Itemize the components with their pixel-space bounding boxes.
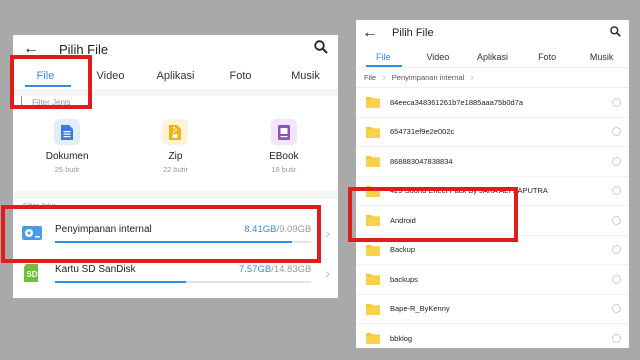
sd-card-icon: SD bbox=[21, 263, 43, 283]
folder-name: 429 Sound Effect Pack By JAKA ALI SAPUTR… bbox=[390, 186, 548, 196]
back-arrow-icon[interactable]: ← bbox=[21, 40, 41, 58]
folder-row[interactable]: backups bbox=[356, 265, 629, 295]
folder-icon bbox=[364, 183, 382, 199]
page-title: Pilih File bbox=[59, 41, 109, 57]
chevron-right-icon: › bbox=[325, 225, 330, 241]
storage-name: Penyimpanan internal bbox=[55, 223, 152, 235]
select-radio[interactable] bbox=[612, 97, 621, 107]
folder-icon bbox=[364, 242, 382, 258]
active-tab-indicator bbox=[366, 65, 402, 67]
breadcrumb-item[interactable]: Penyimpanan internal bbox=[392, 73, 465, 82]
folder-name: 868883047838834 bbox=[390, 156, 453, 166]
type-count: 22 butir bbox=[162, 165, 188, 174]
folder-name: 84eeca348361261b7e1885aaa75b0d7a bbox=[390, 97, 524, 107]
select-radio[interactable] bbox=[612, 215, 621, 225]
document-icon bbox=[54, 119, 81, 145]
folder-icon bbox=[364, 301, 382, 317]
breadcrumb: File › Penyimpanan internal › bbox=[356, 68, 629, 88]
tab-foto[interactable]: Foto bbox=[208, 63, 273, 89]
folder-name: Backup bbox=[390, 245, 416, 255]
select-radio[interactable] bbox=[612, 274, 621, 284]
folder-row[interactable]: Android bbox=[356, 206, 629, 236]
storage-usage-bar bbox=[55, 280, 312, 283]
tab-file[interactable]: File bbox=[356, 46, 411, 67]
tab-musik[interactable]: Musik bbox=[574, 46, 629, 67]
folder-row[interactable]: 868883047838834 bbox=[356, 147, 629, 177]
storage-size: 7.57GB/14.83GB bbox=[238, 263, 312, 275]
type-document[interactable]: Dokumen 25 butir bbox=[13, 119, 121, 174]
storage-size: 8.41GB/9.09GB bbox=[244, 223, 312, 235]
type-ebook[interactable]: EBook 18 butir bbox=[230, 119, 338, 174]
folder-row[interactable]: Backup bbox=[356, 236, 629, 265]
folder-row[interactable]: 654731ef9e2e002c bbox=[356, 118, 629, 147]
folder-name: Android bbox=[390, 215, 416, 225]
type-name: Zip bbox=[168, 151, 183, 162]
type-count: 25 butir bbox=[54, 165, 80, 174]
tab-bar: File Video Aplikasi Foto Musik bbox=[356, 46, 629, 68]
filter-heading: Filter Jenis bbox=[21, 96, 338, 107]
tab-bar: File Video Aplikasi Foto Musik bbox=[13, 63, 338, 89]
internal-storage-icon bbox=[21, 223, 43, 243]
header: ← Pilih File bbox=[356, 20, 629, 46]
zip-icon bbox=[162, 119, 189, 145]
storage-list: Filter Jalur Penyimpanan internal 8.41GB… bbox=[13, 199, 338, 298]
storage-internal[interactable]: Penyimpanan internal 8.41GB/9.09GB › bbox=[13, 215, 338, 251]
chevron-right-icon: › bbox=[470, 71, 474, 84]
sd-card-icon-label: SD bbox=[26, 270, 37, 279]
select-radio[interactable] bbox=[612, 127, 621, 137]
select-radio[interactable] bbox=[612, 304, 621, 314]
page-title: Pilih File bbox=[392, 27, 434, 39]
active-tab-indicator bbox=[25, 85, 71, 87]
folder-icon bbox=[364, 271, 382, 287]
storage-sd-card[interactable]: SD Kartu SD SanDisk 7.57GB/14.83GB › bbox=[13, 255, 338, 291]
folder-name: bbklog bbox=[390, 333, 413, 343]
search-icon[interactable] bbox=[314, 39, 328, 59]
tab-video[interactable]: Video bbox=[411, 46, 466, 67]
chevron-right-icon: › bbox=[382, 71, 386, 84]
tab-foto[interactable]: Foto bbox=[520, 46, 575, 67]
folder-icon bbox=[364, 330, 382, 346]
folder-icon bbox=[364, 153, 382, 169]
select-radio[interactable] bbox=[612, 156, 621, 166]
tab-aplikasi[interactable]: Aplikasi bbox=[465, 46, 520, 67]
folder-row[interactable]: 84eeca348361261b7e1885aaa75b0d7a bbox=[356, 88, 629, 118]
header: ← Pilih File bbox=[13, 35, 338, 63]
tab-musik[interactable]: Musik bbox=[273, 63, 338, 89]
folder-icon bbox=[364, 212, 382, 228]
folder-icon bbox=[364, 124, 382, 140]
tab-aplikasi[interactable]: Aplikasi bbox=[143, 63, 208, 89]
file-type-filter: Filter Jenis Dokumen 25 butir Zip 22 but… bbox=[13, 96, 338, 191]
breadcrumb-item[interactable]: File bbox=[364, 73, 376, 82]
type-count: 18 butir bbox=[271, 165, 297, 174]
storage-heading: Filter Jalur bbox=[23, 203, 56, 210]
search-icon[interactable] bbox=[610, 24, 621, 42]
folder-name: backups bbox=[390, 274, 418, 284]
folder-icon bbox=[364, 94, 382, 110]
back-arrow-icon[interactable]: ← bbox=[360, 24, 380, 42]
chevron-right-icon: › bbox=[325, 265, 330, 281]
right-screen: ← Pilih File File Video Aplikasi Foto Mu… bbox=[356, 20, 629, 348]
ebook-icon bbox=[270, 119, 297, 145]
type-name: Dokumen bbox=[45, 151, 89, 162]
left-screen: ← Pilih File File Video Aplikasi Foto Mu… bbox=[13, 35, 338, 298]
folder-row[interactable]: Bape-R_ByKenny bbox=[356, 295, 629, 324]
select-radio[interactable] bbox=[612, 245, 621, 255]
folder-row[interactable]: bbklog bbox=[356, 324, 629, 348]
folder-list: 84eeca348361261b7e1885aaa75b0d7a 654731ef… bbox=[356, 88, 629, 348]
select-radio[interactable] bbox=[612, 186, 621, 196]
type-name: EBook bbox=[269, 151, 299, 162]
select-radio[interactable] bbox=[612, 333, 621, 343]
storage-name: Kartu SD SanDisk bbox=[55, 263, 136, 275]
folder-row[interactable]: 429 Sound Effect Pack By JAKA ALI SAPUTR… bbox=[356, 177, 629, 206]
tab-video[interactable]: Video bbox=[78, 63, 143, 89]
folder-name: 654731ef9e2e002c bbox=[390, 127, 455, 137]
storage-usage-bar bbox=[55, 240, 312, 243]
type-zip[interactable]: Zip 22 butir bbox=[121, 119, 229, 174]
folder-name: Bape-R_ByKenny bbox=[390, 304, 450, 314]
